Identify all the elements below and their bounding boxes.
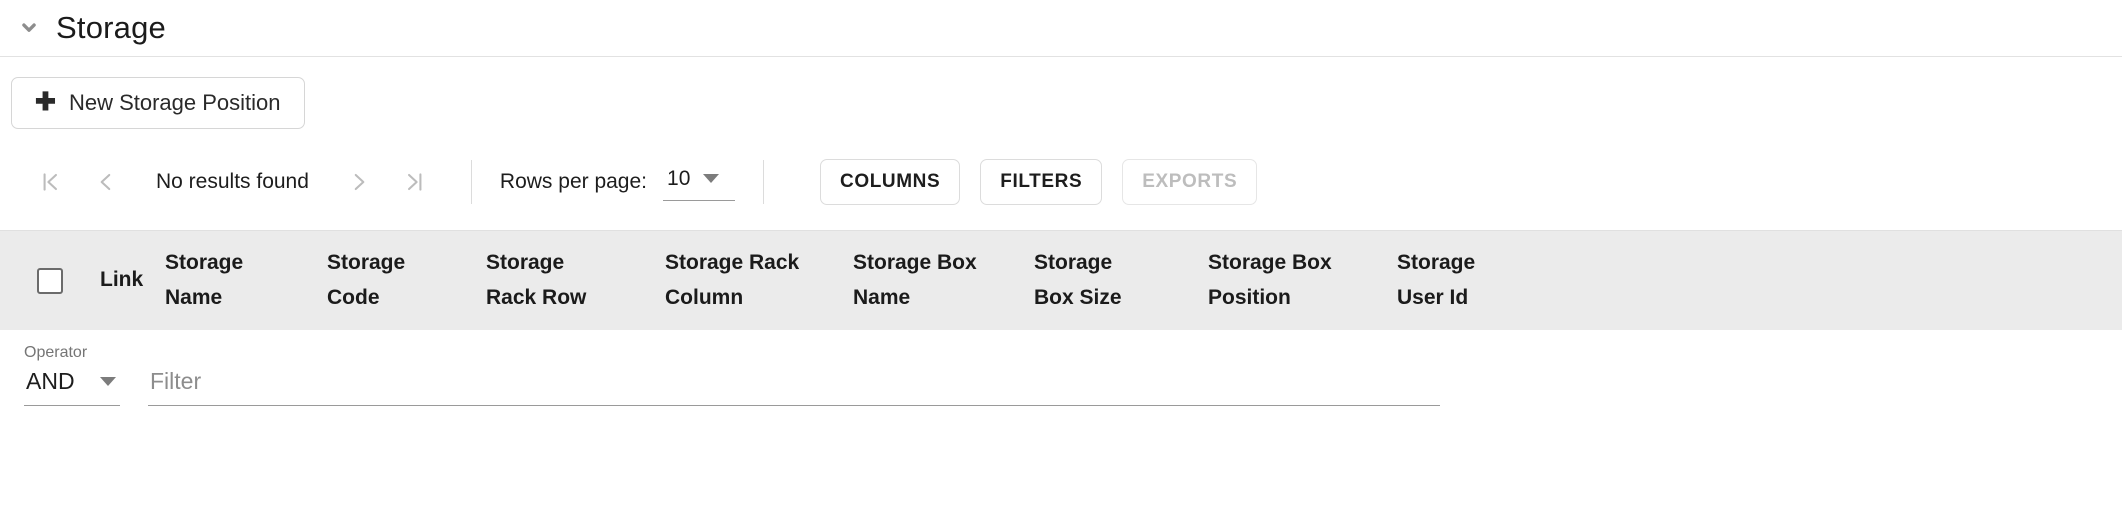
filter-input-wrapper bbox=[148, 368, 1440, 406]
operator-value: AND bbox=[26, 368, 75, 394]
filter-row: Operator AND bbox=[0, 330, 2122, 406]
previous-page-button[interactable] bbox=[78, 160, 134, 204]
previous-page-icon bbox=[93, 169, 119, 195]
columns-button[interactable]: COLUMNS bbox=[820, 159, 961, 205]
table-header-cell[interactable]: Storage Rack Row bbox=[486, 246, 665, 314]
table-header-cell[interactable]: Storage Code bbox=[327, 246, 486, 314]
chevron-down-icon bbox=[16, 15, 42, 41]
table-header-cell-line: Storage bbox=[165, 251, 244, 275]
toolbar-divider-right bbox=[763, 160, 765, 204]
select-all-checkbox[interactable] bbox=[37, 267, 63, 294]
table-header-cell[interactable]: Storage Box Position bbox=[1208, 246, 1397, 314]
table-header-cell-line: Storage bbox=[486, 251, 565, 275]
table-header-cell-line: Box Size bbox=[1034, 285, 1122, 309]
table-header-cell-line: Column bbox=[665, 285, 744, 309]
filters-button[interactable]: FILTERS bbox=[980, 159, 1103, 205]
rows-per-page-value: 10 bbox=[667, 166, 691, 190]
last-page-icon bbox=[402, 169, 428, 195]
table-header-cell-line: Storage Rack bbox=[665, 251, 800, 275]
table-header-cell-line: Storage bbox=[1034, 251, 1113, 275]
operator-group: Operator AND bbox=[24, 344, 120, 406]
first-page-icon bbox=[37, 169, 63, 195]
table-header-cell-line: Code bbox=[327, 285, 380, 309]
page-title: Storage bbox=[56, 10, 166, 45]
plus-icon: ✚ bbox=[35, 87, 56, 116]
table-header-cell-line: Link bbox=[100, 268, 144, 292]
table-toolbar: No results found Rows per page: 10 COLUM… bbox=[0, 152, 2122, 212]
table-header-cell-line: Storage bbox=[327, 251, 406, 275]
toolbar-actions: COLUMNS FILTERS EXPORTS bbox=[820, 159, 1258, 205]
last-page-button[interactable] bbox=[387, 160, 443, 204]
new-storage-position-button[interactable]: ✚ New Storage Position bbox=[11, 77, 305, 129]
table-header-row: Link Storage Name Storage Code Storage Rack Ro… bbox=[0, 230, 2122, 330]
next-page-button[interactable] bbox=[331, 160, 387, 204]
table-header-cell[interactable]: Storage Box Size bbox=[1034, 246, 1208, 314]
collapse-toggle[interactable] bbox=[12, 11, 46, 45]
exports-button[interactable]: EXPORTS bbox=[1122, 159, 1258, 205]
table-header-cell-line: Storage Box bbox=[1208, 251, 1332, 275]
table-header-cell[interactable]: Storage User Id bbox=[1397, 246, 1587, 314]
operator-label: Operator bbox=[24, 344, 88, 361]
pagination-status: No results found bbox=[156, 170, 309, 193]
table-header-cell[interactable]: Storage Box Name bbox=[853, 246, 1034, 314]
filter-input[interactable] bbox=[148, 368, 1440, 406]
rows-per-page-select[interactable]: 10 bbox=[663, 164, 736, 201]
table-header-cell[interactable]: Storage Rack Column bbox=[665, 246, 853, 314]
table-header-cell[interactable]: Storage Name bbox=[165, 246, 327, 314]
table-header-cell[interactable]: Link bbox=[100, 263, 165, 297]
table-header-cell-line: Name bbox=[853, 285, 911, 309]
table-header-cell-line: Storage bbox=[1397, 251, 1476, 275]
toolbar-divider-left bbox=[470, 160, 472, 204]
next-page-icon bbox=[346, 169, 372, 195]
table-header-cell-line: User Id bbox=[1397, 285, 1469, 309]
first-page-button[interactable] bbox=[22, 160, 78, 204]
new-storage-position-label: New Storage Position bbox=[68, 90, 281, 115]
table-header-cell-line: Storage Box bbox=[853, 251, 977, 275]
select-all-cell bbox=[0, 267, 100, 294]
table-header-cell-line: Position bbox=[1208, 285, 1291, 309]
table-header-cell-line: Name bbox=[165, 285, 223, 309]
rows-per-page-label: Rows per page: bbox=[499, 170, 648, 193]
operator-select[interactable]: AND bbox=[24, 368, 120, 406]
section-header: Storage bbox=[0, 0, 2122, 57]
table-header-cell-line: Rack Row bbox=[486, 285, 587, 309]
chevron-down-icon bbox=[703, 174, 720, 183]
chevron-down-icon bbox=[100, 377, 116, 386]
actions-row: ✚ New Storage Position bbox=[0, 57, 2122, 129]
